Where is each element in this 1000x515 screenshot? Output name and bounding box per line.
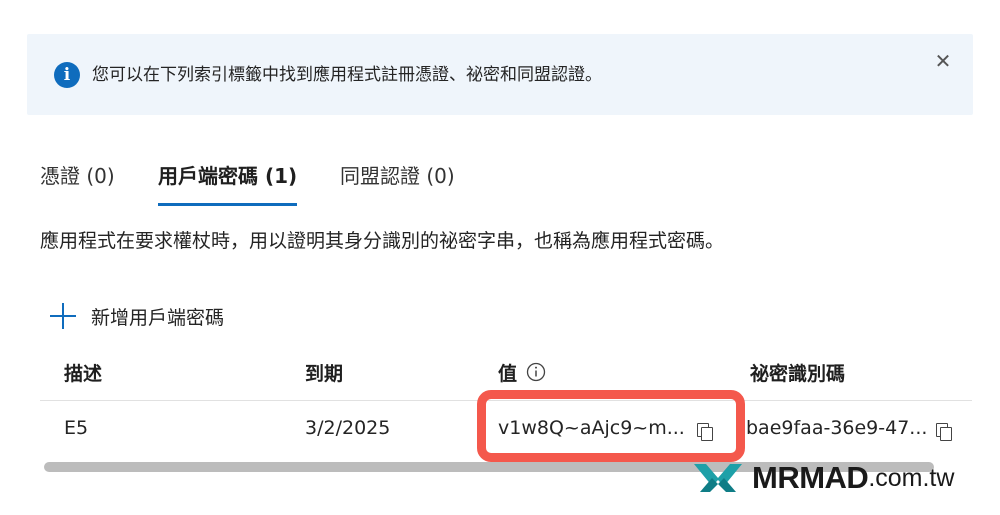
column-header-expires[interactable]: 到期 <box>305 359 343 386</box>
watermark-domain: .com.tw <box>868 463 955 492</box>
cell-description: E5 <box>64 417 89 439</box>
section-description: 應用程式在要求權杖時，用以證明其身分識別的祕密字串，也稱為應用程式密碼。 <box>40 230 725 252</box>
info-icon: i <box>54 62 80 88</box>
value-info-icon[interactable] <box>526 362 546 382</box>
column-header-secret-id[interactable]: 祕密識別碼 <box>750 359 845 386</box>
column-header-description[interactable]: 描述 <box>64 359 102 386</box>
watermark: MRMAD .com.tw <box>692 458 954 498</box>
copy-secret-id-icon[interactable] <box>936 423 952 441</box>
plus-icon <box>50 303 76 329</box>
mrmad-logo-icon <box>694 464 742 492</box>
tab-client-secrets[interactable]: 用戶端密碼 (1) <box>158 160 298 206</box>
column-header-value[interactable]: 值 <box>498 359 517 386</box>
close-icon[interactable]: ✕ <box>932 50 954 72</box>
watermark-brand: MRMAD <box>752 460 869 495</box>
add-client-secret-button[interactable]: 新增用戶端密碼 <box>50 300 224 332</box>
cell-secret-id: bae9faa-36e9-47... <box>746 417 928 439</box>
cell-value: v1w8Q~aAjc9~m... <box>498 417 685 439</box>
tab-federated-credentials[interactable]: 同盟認證 (0) <box>340 160 455 206</box>
tab-certificates[interactable]: 憑證 (0) <box>40 160 115 206</box>
table-row: E5 3/2/2025 v1w8Q~aAjc9~m... bae9faa-36e… <box>40 401 972 457</box>
copy-value-icon[interactable] <box>697 423 713 441</box>
add-client-secret-label: 新增用戶端密碼 <box>91 306 225 329</box>
cell-expires: 3/2/2025 <box>305 417 391 439</box>
banner-message: 您可以在下列索引標籤中找到應用程式註冊憑證、祕密和同盟認證。 <box>92 65 602 85</box>
